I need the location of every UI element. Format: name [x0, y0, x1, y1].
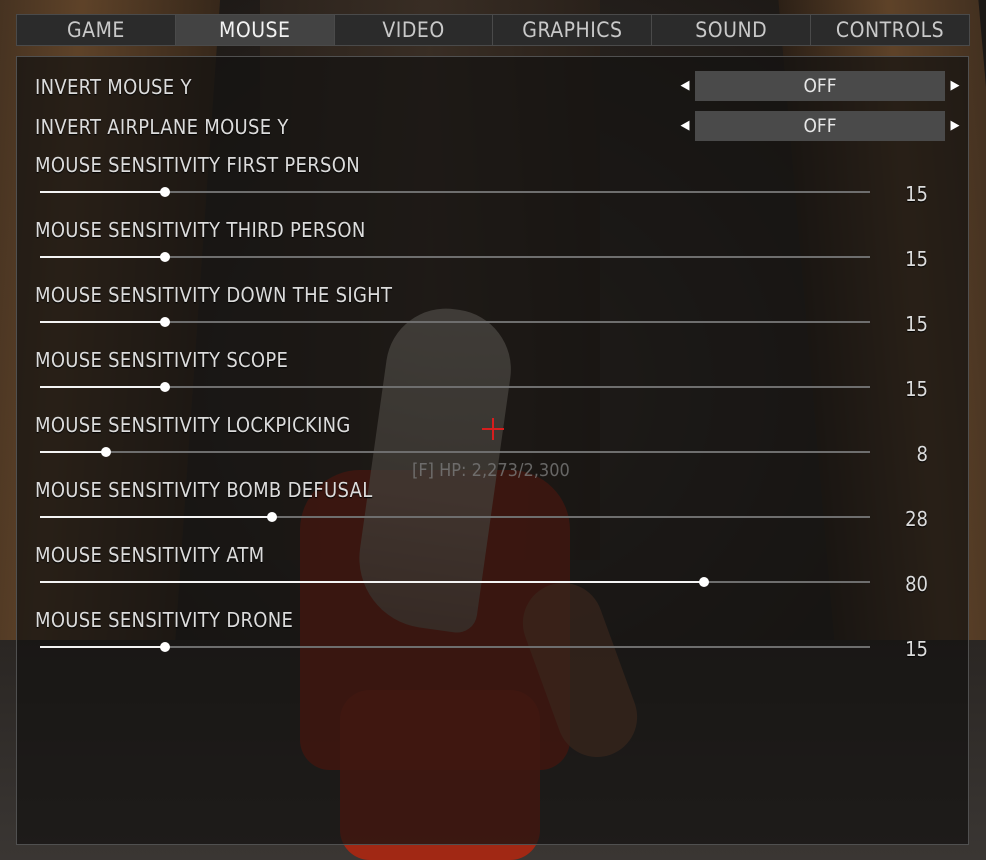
slider-down-the-sight[interactable]: [40, 317, 870, 327]
slider-lockpicking[interactable]: [40, 447, 870, 457]
arrow-left-icon[interactable]: ◀: [678, 77, 692, 95]
slider-value-first-person: 15: [905, 182, 928, 206]
slider-fill: [40, 321, 165, 323]
tab-mouse[interactable]: MOUSE: [175, 14, 335, 46]
slider-first-person[interactable]: [40, 187, 870, 197]
slider-label-drone: MOUSE SENSITIVITY DRONE: [35, 608, 294, 632]
slider-handle[interactable]: [699, 577, 709, 587]
slider-value-third-person: 15: [905, 247, 928, 271]
tab-graphics[interactable]: GRAPHICS: [493, 14, 653, 46]
slider-third-person[interactable]: [40, 252, 870, 262]
slider-fill: [40, 451, 107, 453]
slider-label-atm: MOUSE SENSITIVITY ATM: [35, 543, 265, 567]
settings-tab-bar: GAME MOUSE VIDEO GRAPHICS SOUND CONTROLS: [16, 14, 970, 46]
slider-fill: [40, 646, 165, 648]
tab-game[interactable]: GAME: [16, 14, 176, 46]
slider-handle[interactable]: [159, 252, 170, 262]
invert-airplane-mouse-y-selector: ◀ OFF ▶: [678, 111, 964, 141]
slider-label-first-person: MOUSE SENSITIVITY FIRST PERSON: [35, 153, 360, 177]
slider-fill: [40, 191, 165, 193]
slider-handle[interactable]: [159, 382, 170, 392]
slider-value-scope: 15: [905, 377, 928, 401]
slider-value-lockpicking: 8: [916, 442, 928, 466]
slider-label-scope: MOUSE SENSITIVITY SCOPE: [35, 348, 289, 372]
slider-value-down-the-sight: 15: [905, 312, 928, 336]
slider-value-atm: 80: [905, 572, 928, 596]
slider-label-down-the-sight: MOUSE SENSITIVITY DOWN THE SIGHT: [35, 283, 393, 307]
tab-controls[interactable]: CONTROLS: [811, 14, 970, 46]
arrow-right-icon[interactable]: ▶: [948, 77, 962, 95]
hud-health-prompt: [F] HP: 2,273/2,300: [412, 460, 570, 481]
slider-handle[interactable]: [159, 187, 170, 197]
slider-fill: [40, 516, 273, 518]
slider-fill: [40, 256, 165, 258]
tab-sound[interactable]: SOUND: [652, 14, 812, 46]
slider-label-lockpicking: MOUSE SENSITIVITY LOCKPICKING: [35, 413, 351, 437]
slider-handle[interactable]: [159, 317, 170, 327]
slider-scope[interactable]: [40, 382, 870, 392]
slider-atm[interactable]: [40, 577, 870, 587]
invert-airplane-mouse-y-label: INVERT AIRPLANE MOUSE Y: [35, 115, 289, 139]
invert-airplane-mouse-y-value[interactable]: OFF: [695, 111, 945, 141]
slider-value-drone: 15: [905, 637, 928, 661]
slider-fill: [40, 581, 704, 583]
slider-label-bomb-defusal: MOUSE SENSITIVITY BOMB DEFUSAL: [35, 478, 373, 502]
slider-drone[interactable]: [40, 642, 870, 652]
slider-bomb-defusal[interactable]: [40, 512, 870, 522]
slider-value-bomb-defusal: 28: [905, 507, 928, 531]
slider-handle[interactable]: [159, 642, 170, 652]
crosshair-icon: [482, 418, 504, 440]
invert-mouse-y-label: INVERT MOUSE Y: [35, 75, 192, 99]
invert-mouse-y-selector: ◀ OFF ▶: [678, 71, 964, 101]
invert-mouse-y-value[interactable]: OFF: [695, 71, 945, 101]
tab-video[interactable]: VIDEO: [334, 14, 494, 46]
slider-fill: [40, 386, 165, 388]
arrow-left-icon[interactable]: ◀: [678, 117, 692, 135]
slider-label-third-person: MOUSE SENSITIVITY THIRD PERSON: [35, 218, 366, 242]
arrow-right-icon[interactable]: ▶: [948, 117, 962, 135]
